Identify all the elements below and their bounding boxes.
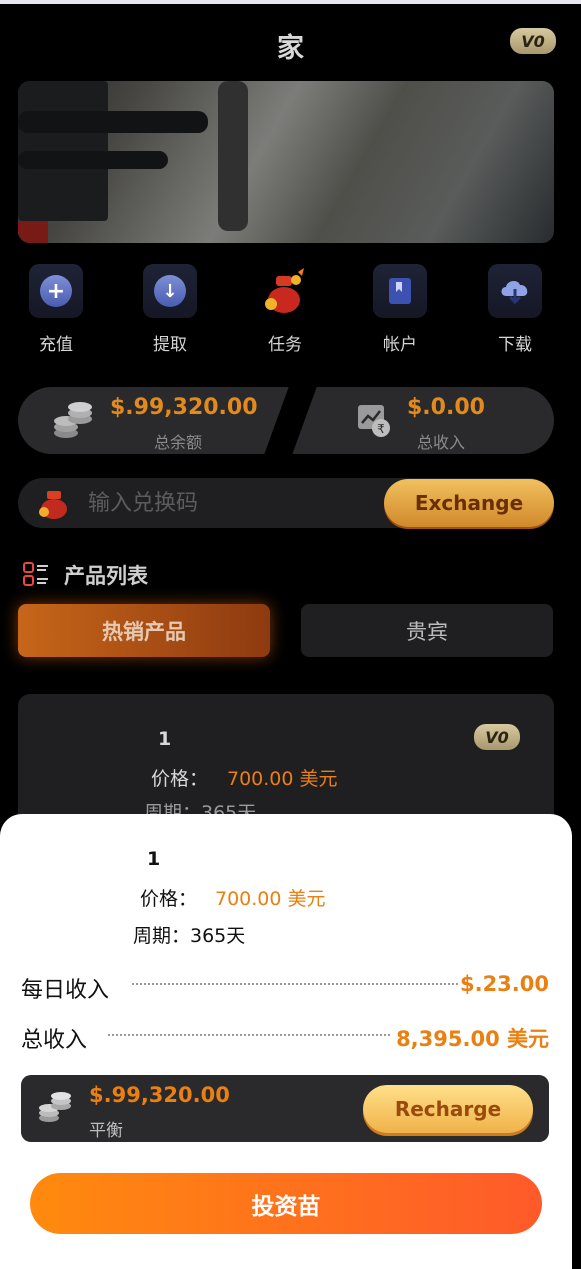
- nav-label: 提取: [153, 335, 187, 355]
- invest-button[interactable]: 投资苗: [30, 1173, 542, 1234]
- sheet-price-label: 价格：: [140, 888, 198, 910]
- total-income-value: 8,395.00 美元: [396, 1027, 549, 1051]
- rupee-chart-icon: ₹: [358, 405, 390, 437]
- total-income-label: 总收入: [417, 433, 466, 452]
- product-vip-badge: V0: [474, 724, 520, 750]
- tab-hot-products[interactable]: 热销产品: [18, 604, 270, 657]
- exchange-button[interactable]: Exchange: [384, 479, 554, 527]
- list-icon: [23, 562, 48, 586]
- nav-label: 任务: [268, 335, 302, 355]
- nav-task[interactable]: 任务: [247, 258, 323, 358]
- vip-level-badge[interactable]: V0: [510, 28, 556, 54]
- product-name: 1: [158, 728, 172, 750]
- product-detail-sheet: 1 价格： 700.00 美元 周期：365天 每日收入 $.23.00 总收入…: [0, 814, 572, 1269]
- daily-income-label: 每日收入: [21, 978, 110, 1003]
- product-price: 700.00 美元: [227, 768, 338, 790]
- arrow-down-circle-icon: ↓: [154, 275, 186, 307]
- coins-icon: [54, 402, 92, 438]
- total-balance-label: 总余额: [154, 433, 203, 452]
- nav-label: 帐户: [383, 335, 417, 355]
- nav-recharge[interactable]: + 充值: [18, 258, 94, 358]
- sheet-price: 700.00 美元: [215, 888, 326, 910]
- daily-income-value: $.23.00: [459, 972, 549, 996]
- product-price-label: 价格：: [151, 768, 209, 790]
- coins-icon: [39, 1092, 71, 1122]
- sheet-product-name: 1: [147, 848, 161, 870]
- balance-summary-card: $.99,320.00 总余额 ₹ $.0.00 总收入: [18, 387, 554, 454]
- sheet-period: 周期：365天: [133, 925, 246, 947]
- nav-account[interactable]: 帐户: [362, 258, 438, 358]
- red-envelope-icon: [265, 268, 304, 313]
- nav-download[interactable]: 下载: [477, 258, 553, 358]
- gift-bag-icon: [39, 491, 67, 519]
- nav-label: 下载: [498, 335, 532, 355]
- section-title-products: 产品列表: [64, 564, 148, 588]
- svg-text:₹: ₹: [377, 422, 385, 436]
- quick-nav: + 充值 ↓ 提取 任务 帐户 下载: [0, 258, 581, 358]
- cloud-download-icon: [501, 281, 528, 305]
- redeem-code-row: Exchange: [18, 478, 554, 528]
- nav-withdraw[interactable]: ↓ 提取: [132, 258, 208, 358]
- wallet-balance-card: $.99,320.00 平衡 Recharge: [21, 1075, 549, 1142]
- page-title: 家: [277, 33, 304, 64]
- redeem-code-input[interactable]: [88, 486, 378, 520]
- book-icon: [389, 278, 411, 304]
- total-income-value: $.0.00: [407, 395, 485, 420]
- recharge-button[interactable]: Recharge: [363, 1085, 533, 1133]
- plus-circle-icon: +: [40, 275, 72, 307]
- total-income-label: 总收入: [21, 1028, 88, 1053]
- nav-label: 充值: [39, 335, 73, 355]
- app-header: 家 V0: [0, 4, 581, 80]
- total-balance-value: $.99,320.00: [110, 395, 258, 420]
- tab-vip[interactable]: 贵宾: [301, 604, 553, 657]
- wallet-label: 平衡: [89, 1121, 123, 1141]
- wallet-amount: $.99,320.00: [89, 1083, 230, 1107]
- hero-banner-image[interactable]: [18, 81, 554, 243]
